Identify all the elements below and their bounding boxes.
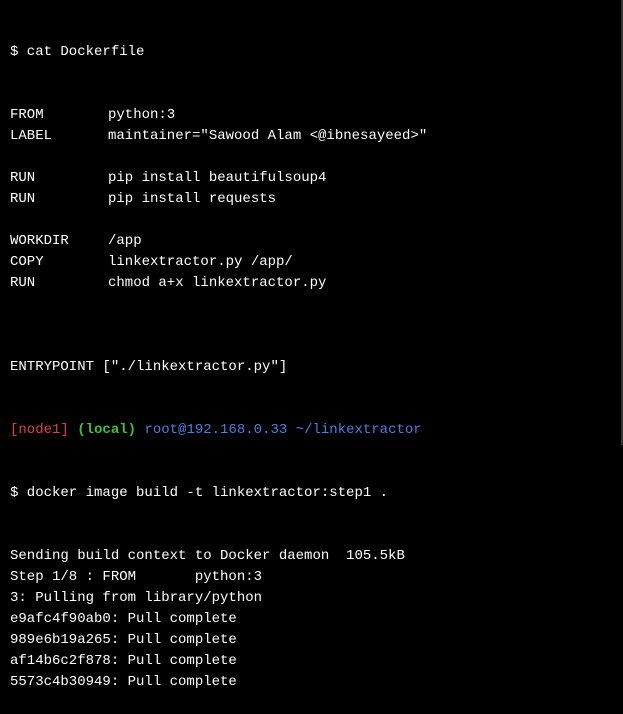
prompt-node: [node1] bbox=[10, 422, 69, 438]
output-line: Step 1/8 : FROM python:3 bbox=[10, 569, 263, 585]
output-line: Sending build context to Docker daemon 1… bbox=[10, 548, 405, 564]
dockerfile-line: LABEL maintainer="Sawood Alam <@ibnesayee… bbox=[10, 126, 623, 147]
dockerfile-contents: FROM python:3 LABEL maintainer="Sawood Alam… bbox=[10, 105, 623, 315]
dockerfile-argument: pip install requests bbox=[108, 191, 277, 207]
dockerfile-line: RUN chmod a+x linkextractor.py bbox=[10, 273, 623, 294]
entrypoint-line: ENTRYPOINT ["./linkextractor.py"] bbox=[10, 359, 288, 375]
dockerfile-line: RUN pip install beautifulsoup4 bbox=[10, 168, 623, 189]
command-line-cat: $ cat Dockerfile bbox=[10, 44, 145, 60]
output-line: 3: Pulling from library/python bbox=[10, 590, 263, 606]
dockerfile-argument: chmod a+x linkextractor.py bbox=[108, 275, 327, 291]
dockerfile-argument: python:3 bbox=[108, 107, 176, 123]
build-output: Sending build context to Docker daemon 1… bbox=[10, 546, 623, 693]
prompt-path: ~/linkextractor bbox=[295, 422, 422, 438]
dockerfile-argument: pip install beautifulsoup4 bbox=[108, 170, 327, 186]
output-line: af14b6c2f878: Pull complete bbox=[10, 653, 237, 669]
dockerfile-line: COPY linkextractor.py /app/ bbox=[10, 252, 623, 273]
dockerfile-line: RUN pip install requests bbox=[10, 189, 623, 210]
dockerfile-line bbox=[10, 147, 623, 168]
output-line: e9afc4f90ab0: Pull complete bbox=[10, 611, 237, 627]
dockerfile-instruction: RUN bbox=[10, 191, 36, 207]
dockerfile-line: WORKDIR/app bbox=[10, 231, 623, 252]
shell-prompt: [node1] (local) root@192.168.0.33 ~/link… bbox=[10, 420, 623, 441]
prompt-env: (local) bbox=[77, 422, 137, 438]
dockerfile-line bbox=[10, 210, 623, 231]
dockerfile-instruction: WORKDIR bbox=[10, 233, 69, 249]
terminal-window[interactable]: $ cat Dockerfile FROM python:3 LABEL mainta… bbox=[0, 0, 623, 690]
dockerfile-argument: /app bbox=[108, 233, 142, 249]
dockerfile-argument: maintainer="Sawood Alam <@ibnesayeed>" bbox=[108, 128, 428, 144]
dockerfile-instruction: RUN bbox=[10, 275, 36, 291]
prompt-user-host: root@192.168.0.33 bbox=[144, 422, 288, 438]
dockerfile-instruction: LABEL bbox=[10, 128, 53, 144]
output-line: 5573c4b30949: Pull complete bbox=[10, 674, 237, 690]
output-line: 989e6b19a265: Pull complete bbox=[10, 632, 237, 648]
dockerfile-instruction: COPY bbox=[10, 254, 44, 270]
dockerfile-instruction: RUN bbox=[10, 170, 36, 186]
command-line-build: $ docker image build -t linkextractor:st… bbox=[10, 485, 389, 501]
dockerfile-argument: linkextractor.py /app/ bbox=[108, 254, 293, 270]
dockerfile-line bbox=[10, 294, 623, 315]
dockerfile-instruction: FROM bbox=[10, 107, 44, 123]
dockerfile-line: FROM python:3 bbox=[10, 105, 623, 126]
